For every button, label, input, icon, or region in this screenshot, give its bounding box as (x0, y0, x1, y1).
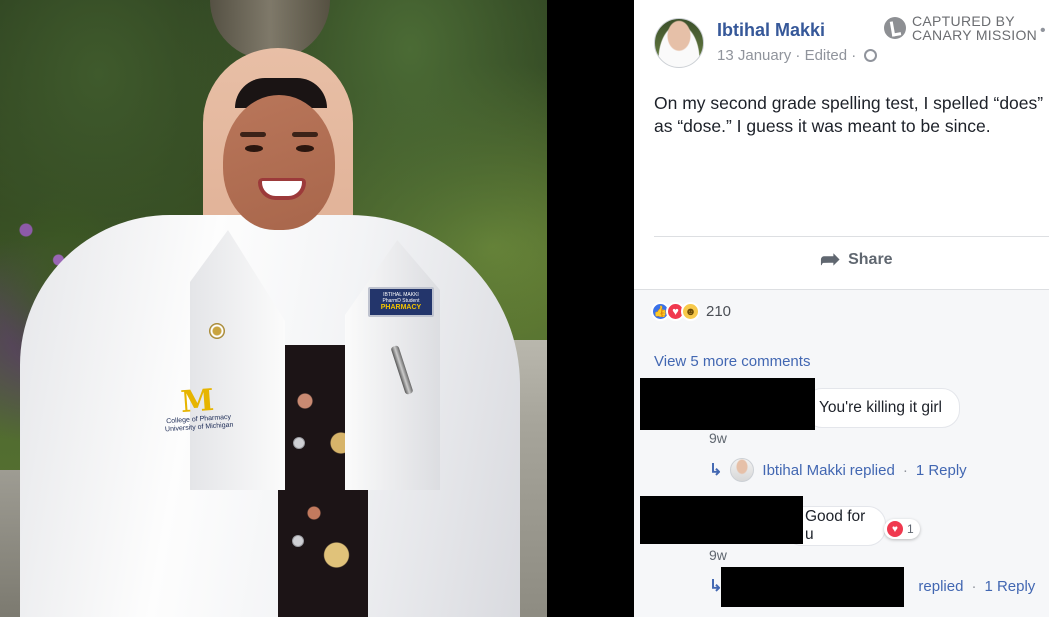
canary-icon (884, 17, 906, 39)
canary-mission-watermark: CAPTURED BY CANARY MISSION (884, 14, 1037, 42)
coat-logo: M College of Pharmacy University of Mich… (157, 383, 240, 434)
share-label: Share (848, 251, 893, 268)
photo-coat-button (292, 535, 304, 547)
photo-brow-right (292, 132, 318, 137)
photo-eye-left (245, 145, 263, 152)
globe-icon[interactable] (864, 49, 878, 62)
profile-photo: IBTIHAL MAKKI PharmD Student PHARMACY M … (0, 0, 547, 617)
redacted-replier (721, 567, 904, 607)
comment-reaction-count: 1 (907, 522, 914, 536)
share-button[interactable]: ➦ Share (820, 246, 893, 273)
watermark-line1: CAPTURED BY (912, 13, 1015, 29)
comment-text: You're killing it girl (819, 399, 943, 416)
edited-label[interactable]: Edited (805, 47, 848, 64)
photo-name-badge: IBTIHAL MAKKI PharmD Student PHARMACY (368, 287, 434, 317)
photo-face (223, 95, 335, 230)
watermark-text: CAPTURED BY CANARY MISSION (912, 14, 1037, 42)
reply-avatar (730, 458, 755, 482)
redacted-commenter (640, 378, 815, 430)
reply-separator: · (902, 461, 908, 479)
reply-separator: · (971, 577, 977, 595)
reply-thread-link[interactable]: ↳ Ibtihal Makki replied · 1 Reply (709, 458, 967, 482)
reply-count: 1 Reply (915, 461, 967, 479)
reply-action: replied (849, 461, 895, 479)
more-options-icon[interactable]: • (1040, 22, 1046, 40)
black-divider (547, 0, 634, 617)
reaction-count: 210 (706, 303, 732, 320)
post-meta: 13 January · Edited · (717, 47, 878, 64)
comment-time[interactable]: 9w (709, 430, 727, 446)
divider (654, 236, 1049, 237)
photo-eye-right (296, 145, 314, 152)
reaction-summary[interactable]: 👍 ♥ ☻ 210 (651, 302, 731, 321)
comment-text: Good for u (805, 508, 866, 543)
badge-org: PHARMACY (380, 304, 422, 311)
photo-lapel-pin (209, 323, 225, 339)
post-text: On my second grade spelling test, I spel… (654, 93, 1044, 136)
share-icon: ➦ (820, 246, 841, 273)
comment-bubble: You're killing it girl (804, 388, 960, 428)
view-more-comments-link[interactable]: View 5 more comments (654, 353, 810, 370)
comment-time[interactable]: 9w (709, 547, 727, 563)
photo-brow-left (240, 132, 266, 137)
watermark-line2: CANARY MISSION (912, 27, 1038, 43)
meta-separator: · (795, 47, 801, 64)
post-date[interactable]: 13 January (717, 47, 791, 64)
haha-icon: ☻ (681, 302, 700, 321)
author-name[interactable]: Ibtihal Makki (717, 20, 825, 41)
reply-author: Ibtihal Makki (762, 461, 846, 479)
photo-coat-button (293, 437, 305, 449)
redacted-commenter (640, 496, 803, 544)
love-icon: ♥ (887, 521, 903, 537)
reply-count: 1 Reply (984, 577, 1036, 595)
reply-action: replied (918, 577, 964, 595)
reply-arrow-icon: ↳ (709, 462, 723, 479)
facebook-post-panel: Ibtihal Makki 13 January · Edited · CAPT… (634, 0, 1049, 617)
meta-separator: · (851, 47, 857, 64)
comment-reaction-chip[interactable]: ♥ 1 (884, 519, 920, 539)
author-avatar[interactable] (654, 18, 704, 68)
